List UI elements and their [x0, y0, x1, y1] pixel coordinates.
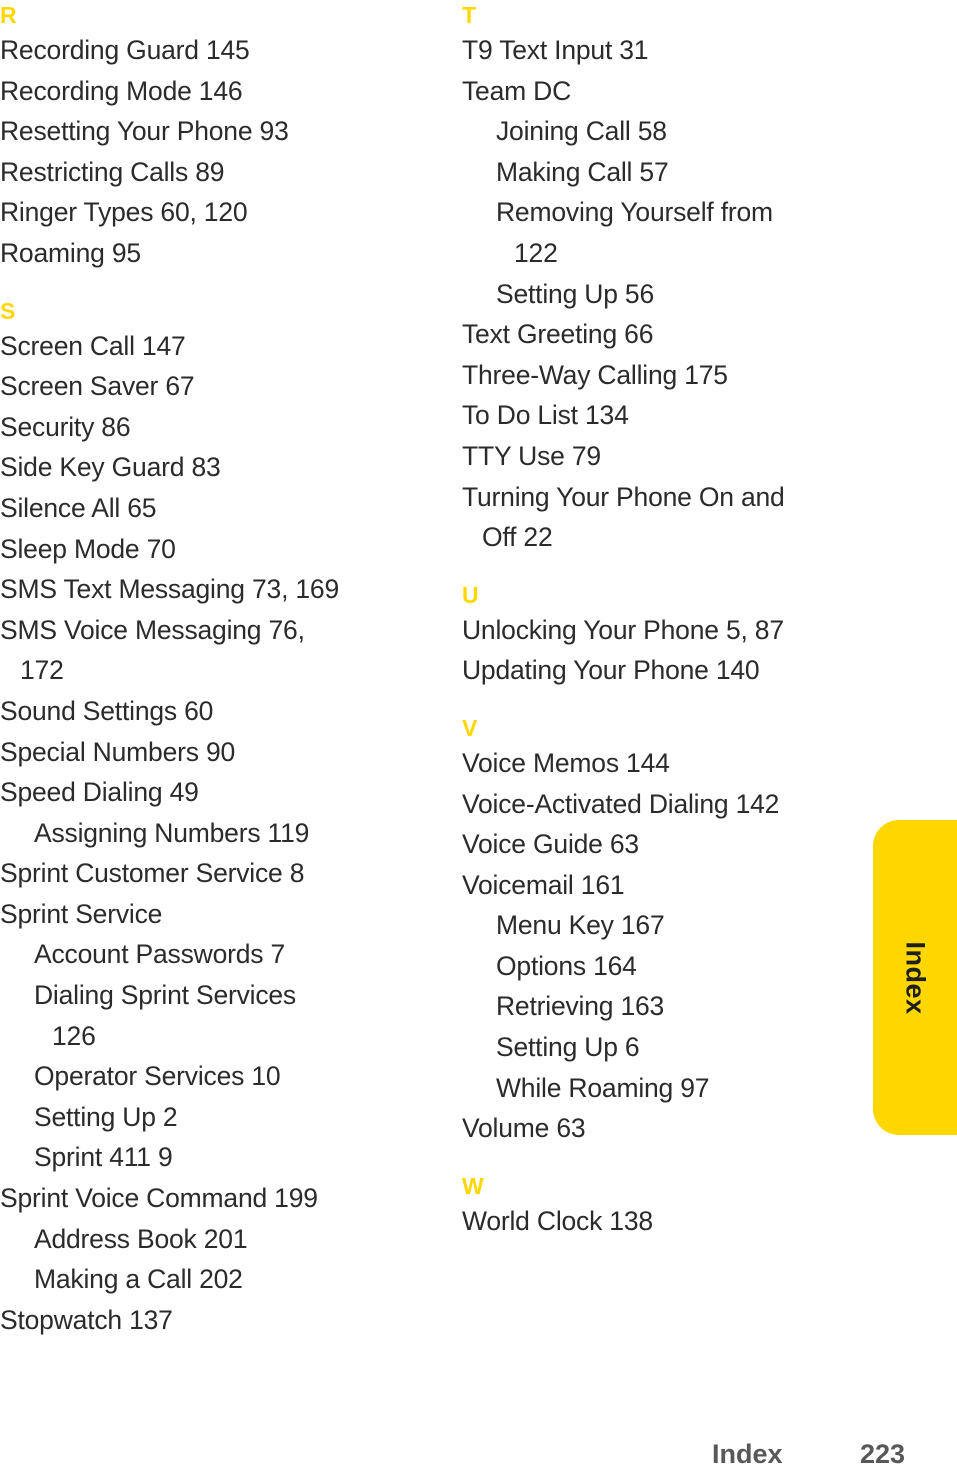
index-entry[interactable]: Making Call 57 [462, 152, 862, 193]
index-section-t: T T9 Text Input 31 Team DC Joining Call 58 M… [462, 0, 862, 558]
index-entry[interactable]: To Do List 134 [462, 395, 862, 436]
index-entry[interactable]: Voice-Activated Dialing 142 [462, 784, 862, 825]
index-entry[interactable]: Joining Call 58 [462, 111, 862, 152]
index-entry-list: Recording Guard 145 Recording Mode 146 Res… [0, 30, 420, 274]
index-entry-list: World Clock 138 [462, 1201, 862, 1242]
index-entry[interactable]: Sprint 411 9 [0, 1137, 420, 1178]
index-entry[interactable]: Setting Up 6 [462, 1027, 862, 1068]
index-entry[interactable]: Stopwatch 137 [0, 1300, 420, 1341]
page-footer: Index 223 [0, 1412, 957, 1476]
index-entry[interactable]: Menu Key 167 [462, 905, 862, 946]
index-entry[interactable]: Sound Settings 60 [0, 691, 420, 732]
index-entry[interactable]: Screen Saver 67 [0, 366, 420, 407]
section-letter-t: T [462, 2, 477, 28]
index-entry[interactable]: Speed Dialing 49 [0, 772, 420, 813]
index-column-left: R Recording Guard 145 Recording Mode 146 Re… [0, 0, 420, 1340]
footer-section-label: Index [712, 1439, 783, 1469]
section-letter-u: U [462, 581, 479, 608]
index-entry[interactable]: Side Key Guard 83 [0, 447, 420, 488]
index-entry-list: Screen Call 147 Screen Saver 67 Security 8… [0, 326, 420, 1341]
index-entry[interactable]: Voicemail 161 [462, 865, 862, 906]
index-entry[interactable]: Restricting Calls 89 [0, 152, 420, 193]
index-entry[interactable]: Special Numbers 90 [0, 732, 420, 773]
index-entry[interactable]: Recording Guard 145 [0, 30, 420, 71]
index-entry[interactable]: Security 86 [0, 407, 420, 448]
index-entry[interactable]: Screen Call 147 [0, 326, 420, 367]
index-section-w: W World Clock 138 [462, 1171, 862, 1242]
index-entry[interactable]: 122 [462, 233, 862, 274]
index-entry[interactable]: Resetting Your Phone 93 [0, 111, 420, 152]
index-entry[interactable]: Team DC [462, 71, 862, 112]
index-entry[interactable]: Account Passwords 7 [0, 934, 420, 975]
index-entry[interactable]: Three-Way Calling 175 [462, 355, 862, 396]
index-section-r: R Recording Guard 145 Recording Mode 146 Re… [0, 0, 420, 274]
index-entry[interactable]: While Roaming 97 [462, 1068, 862, 1109]
index-entry[interactable]: T9 Text Input 31 [462, 30, 862, 71]
index-entry[interactable]: 172 [0, 650, 420, 691]
index-entry[interactable]: Ringer Types 60, 120 [0, 192, 420, 233]
index-entry[interactable]: 126 [0, 1016, 420, 1057]
index-entry[interactable]: Off 22 [462, 517, 862, 558]
index-entry[interactable]: Turning Your Phone On and [462, 477, 862, 518]
index-entry[interactable]: Address Book 201 [0, 1219, 420, 1260]
index-entry[interactable]: Sprint Customer Service 8 [0, 853, 420, 894]
index-entry[interactable]: Unlocking Your Phone 5, 87 [462, 610, 862, 651]
index-entry[interactable]: Recording Mode 146 [0, 71, 420, 112]
section-letter-r: R [0, 2, 17, 28]
index-entry[interactable]: Sprint Service [0, 894, 420, 935]
index-section-s: S Screen Call 147 Screen Saver 67 Security … [0, 296, 420, 1341]
index-entry[interactable]: Voice Guide 63 [462, 824, 862, 865]
index-entry[interactable]: SMS Text Messaging 73, 169 [0, 569, 420, 610]
index-entry[interactable]: Volume 63 [462, 1108, 862, 1149]
index-entry[interactable]: Assigning Numbers 119 [0, 813, 420, 854]
index-entry[interactable]: Dialing Sprint Services [0, 975, 420, 1016]
index-section-v: V Voice Memos 144 Voice-Activated Dialing … [462, 713, 862, 1149]
index-entry[interactable]: Sprint Voice Command 199 [0, 1178, 420, 1219]
side-tab-index[interactable]: Index [873, 820, 957, 1135]
index-entry[interactable]: Options 164 [462, 946, 862, 987]
index-entry[interactable]: Silence All 65 [0, 488, 420, 529]
index-entry[interactable]: Updating Your Phone 140 [462, 650, 862, 691]
index-entry[interactable]: Retrieving 163 [462, 986, 862, 1027]
index-entry-list: Voice Memos 144 Voice-Activated Dialing 1… [462, 743, 862, 1149]
index-section-u: U Unlocking Your Phone 5, 87 Updating Your… [462, 580, 862, 691]
section-letter-w: W [462, 1172, 484, 1199]
index-entry[interactable]: World Clock 138 [462, 1201, 862, 1242]
section-letter-v: V [462, 714, 478, 741]
index-entry-list: Unlocking Your Phone 5, 87 Updating Your … [462, 610, 862, 691]
index-entry[interactable]: Roaming 95 [0, 233, 420, 274]
index-columns-container: R Recording Guard 145 Recording Mode 146 Re… [0, 0, 957, 1390]
index-entry[interactable]: Operator Services 10 [0, 1056, 420, 1097]
index-entry[interactable]: Removing Yourself from [462, 192, 862, 233]
index-entry[interactable]: Setting Up 2 [0, 1097, 420, 1138]
index-entry[interactable]: Setting Up 56 [462, 274, 862, 315]
index-entry[interactable]: Text Greeting 66 [462, 314, 862, 355]
side-tab-label: Index [900, 940, 931, 1015]
index-entry[interactable]: TTY Use 79 [462, 436, 862, 477]
index-entry[interactable]: SMS Voice Messaging 76, [0, 610, 420, 651]
index-entry-list: T9 Text Input 31 Team DC Joining Call 58 Ma… [462, 30, 862, 558]
section-letter-s: S [0, 297, 16, 324]
footer-page-number: 223 [860, 1439, 906, 1469]
index-column-right: T T9 Text Input 31 Team DC Joining Call 58 M… [462, 0, 862, 1241]
index-entry[interactable]: Making a Call 202 [0, 1259, 420, 1300]
index-entry[interactable]: Sleep Mode 70 [0, 529, 420, 570]
index-entry[interactable]: Voice Memos 144 [462, 743, 862, 784]
